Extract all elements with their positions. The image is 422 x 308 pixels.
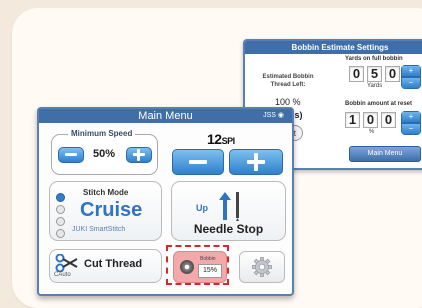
spi-decrease-button[interactable] — [172, 149, 224, 175]
bobbin-amount-digit[interactable]: 0 — [381, 112, 396, 128]
bobbin-amount-digit[interactable]: 1 — [345, 112, 360, 128]
stitch-mode-value: Cruise — [80, 199, 143, 221]
gear-icon — [252, 257, 272, 277]
estimated-bobbin-label: Estimated Bobbin Thread Left: — [262, 74, 314, 88]
stitch-mode-radio[interactable] — [56, 217, 65, 226]
bobbin-value: 15% — [198, 264, 222, 278]
spi-increase-button[interactable] — [229, 149, 283, 175]
main-menu-title: Main Menu — [138, 110, 193, 122]
bobbin-label: Bobbin — [200, 256, 216, 262]
minimum-speed-group: Minimum Speed 50% — [51, 129, 158, 175]
stitch-mode-label: Stitch Mode — [83, 188, 129, 197]
increment-icon[interactable]: + — [401, 65, 421, 77]
full-bobbin-unit: Yards — [367, 83, 383, 89]
needle-direction: Up — [196, 203, 208, 213]
stitch-mode-radio[interactable] — [56, 193, 65, 202]
plus-icon — [133, 149, 145, 161]
needle-stop-label: Needle Stop — [193, 222, 264, 236]
stitch-length-display: 12SPI — [207, 131, 235, 147]
settings-button[interactable] — [239, 251, 285, 283]
full-bobbin-stepper[interactable]: + − — [401, 65, 421, 89]
needle-stop-button[interactable]: Up Needle Stop — [171, 181, 286, 241]
stitch-mode-radio[interactable] — [56, 229, 65, 238]
bobbin-settings-title: Bobbin Estimate Settings — [245, 41, 422, 54]
bobbin-amount-stepper[interactable]: + − — [401, 111, 421, 135]
minimum-speed-value: 50% — [93, 148, 116, 160]
decrement-icon[interactable]: − — [401, 123, 421, 135]
speed-decrease-button[interactable] — [58, 147, 84, 163]
speed-increase-button[interactable] — [126, 147, 152, 163]
full-bobbin-label: Yards on full bobbin — [345, 56, 403, 62]
header-corner-indicator: JSS ◉ — [263, 112, 284, 119]
cut-thread-button[interactable]: Cut Thread CAuto — [49, 249, 162, 283]
full-bobbin-digit[interactable]: 0 — [385, 66, 400, 82]
scissors-icon — [55, 254, 78, 272]
stitch-mode-button[interactable]: Stitch Mode Cruise JUKI SmartStitch — [49, 181, 162, 241]
full-bobbin-digit[interactable]: 5 — [367, 66, 382, 82]
plus-icon — [247, 153, 265, 171]
bobbin-amount-unit: % — [369, 129, 375, 135]
minus-icon — [189, 160, 207, 164]
stitch-mode-sub: JUKI SmartStitch — [72, 226, 126, 233]
full-bobbin-digit[interactable]: 0 — [349, 66, 364, 82]
needle-up-arrow-icon — [219, 192, 239, 221]
decrement-icon[interactable]: − — [401, 77, 421, 89]
cut-auto-label: CAuto — [54, 272, 71, 278]
estimated-bobbin-value: 100 % — [275, 97, 301, 107]
main-menu-header: Main Menu JSS ◉ — [39, 109, 292, 123]
bobbin-amount-digits: 1 0 0 — [345, 112, 396, 128]
bobbin-icon — [180, 260, 194, 274]
minimum-speed-label: Minimum Speed — [68, 129, 136, 138]
increment-icon[interactable]: + — [401, 111, 421, 123]
bobbin-button[interactable]: Bobbin 15% — [173, 251, 227, 283]
main-menu-window: Main Menu JSS ◉ Minimum Speed 50% 12SPI … — [37, 107, 294, 296]
bobbin-amount-label: Bobbin amount at reset — [345, 101, 413, 107]
main-menu-button[interactable]: Main Menu — [349, 146, 421, 162]
cut-thread-label: Cut Thread — [84, 258, 143, 270]
stitch-mode-radio[interactable] — [56, 205, 65, 214]
bobbin-amount-digit[interactable]: 0 — [363, 112, 378, 128]
full-bobbin-digits: 0 5 0 — [349, 66, 400, 82]
minus-icon — [65, 153, 77, 156]
